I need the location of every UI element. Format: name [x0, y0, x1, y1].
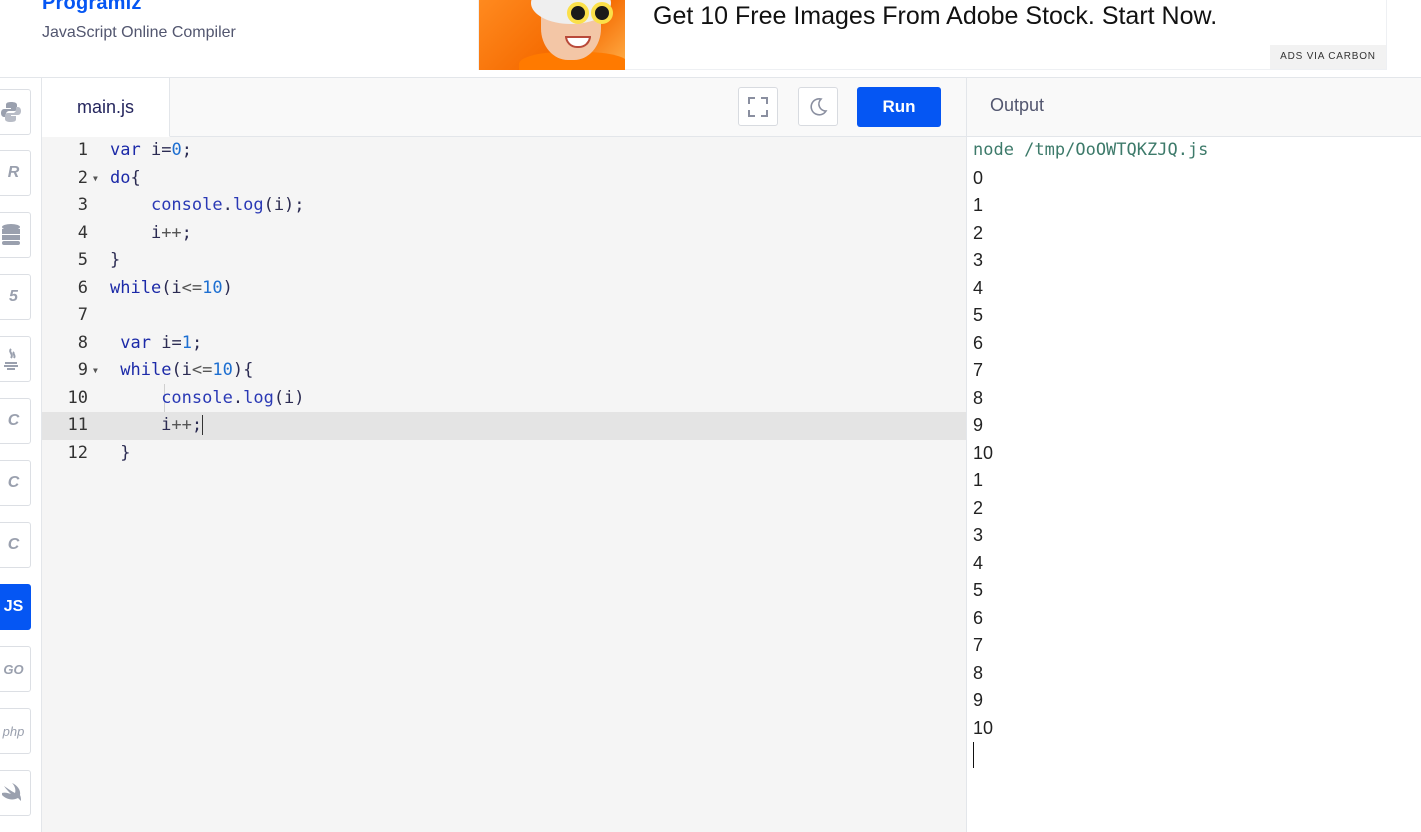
ad-banner[interactable]: Get 10 Free Images From Adobe Stock. Sta… — [478, 0, 1387, 70]
output-console[interactable]: node /tmp/OoOWTQKZJQ.js 0 1 2 3 4 5 6 7 8 9 10 1 2 3 4… — [966, 137, 1421, 832]
code-line[interactable]: 4 i++; — [42, 220, 966, 248]
code-text: } — [110, 250, 121, 270]
swift-icon[interactable] — [0, 770, 31, 816]
code-text: do{ — [110, 167, 141, 188]
fullscreen-button[interactable] — [738, 87, 778, 126]
run-button[interactable]: Run — [857, 87, 941, 127]
code-text: i++; — [110, 415, 204, 435]
code-text: while(i<=10){ — [120, 360, 254, 380]
code-line[interactable]: 9 ▼ while(i<=10){ — [42, 357, 966, 385]
c-icon[interactable]: C — [0, 398, 31, 444]
database-icon[interactable] — [0, 212, 31, 258]
code-line[interactable]: 7 — [42, 302, 966, 330]
html5-icon[interactable]: 5 — [0, 274, 31, 320]
ad-text[interactable]: Get 10 Free Images From Adobe Stock. Sta… — [653, 2, 1217, 31]
java-icon[interactable] — [0, 336, 31, 382]
output-line: 7 — [973, 635, 984, 655]
output-line: 5 — [973, 305, 984, 325]
language-sidebar: R 5 C C C JS GO php — [0, 78, 42, 832]
ads-via-carbon-link[interactable]: ADS VIA CARBON — [1270, 45, 1386, 69]
code-text: console.log(i) — [161, 387, 305, 408]
output-line: 5 — [973, 580, 984, 600]
console-cursor — [973, 742, 974, 768]
fold-arrow-icon[interactable]: ▼ — [93, 366, 98, 375]
code-line[interactable]: 1 var i=0; — [42, 137, 966, 165]
line-number: 6 — [77, 277, 88, 298]
text-cursor — [202, 415, 204, 435]
ad-image[interactable] — [479, 0, 625, 70]
code-text: var i=0; — [110, 140, 192, 160]
php-icon[interactable]: php — [0, 708, 31, 754]
output-line: 2 — [973, 222, 984, 243]
code-line[interactable]: 6 while(i<=10) — [42, 275, 966, 303]
line-number: 5 — [77, 250, 88, 270]
moon-icon — [810, 97, 828, 116]
line-number: 2 — [77, 167, 88, 188]
brand-logo[interactable]: Programiz — [42, 0, 142, 15]
code-line[interactable]: 12 } — [42, 440, 966, 468]
output-line: 6 — [973, 607, 984, 628]
site-header: Programiz JavaScript Online Compiler Get… — [0, 0, 1421, 78]
theme-toggle-button[interactable] — [798, 87, 838, 126]
line-number: 7 — [77, 305, 88, 325]
output-command: node /tmp/OoOWTQKZJQ.js — [973, 140, 1209, 160]
output-line: 9 — [973, 690, 984, 710]
r-icon[interactable]: R — [0, 150, 31, 196]
line-number: 4 — [77, 222, 88, 243]
output-line: 4 — [973, 552, 984, 573]
output-line: 6 — [973, 332, 984, 353]
output-line: 8 — [973, 387, 984, 408]
output-line: 2 — [973, 497, 984, 518]
output-header: Output — [966, 78, 1421, 137]
code-line[interactable]: 3 console.log(i); — [42, 192, 966, 220]
output-line: 3 — [973, 250, 984, 270]
line-number: 3 — [77, 195, 88, 215]
page-subtitle: JavaScript Online Compiler — [42, 24, 236, 41]
tab-main-js[interactable]: main.js — [42, 78, 170, 137]
cpp-icon[interactable]: C — [0, 460, 31, 506]
output-line: 7 — [973, 360, 984, 380]
output-line: 3 — [973, 525, 984, 545]
output-line: 10 — [973, 442, 994, 463]
line-number: 11 — [67, 415, 88, 435]
line-number: 1 — [77, 140, 88, 160]
code-line[interactable]: 10 console.log(i) — [42, 385, 966, 413]
output-line: 8 — [973, 662, 984, 683]
code-text: console.log(i); — [150, 195, 305, 215]
code-editor[interactable]: 1 var i=0; 2 ▼ do{ 3 console.log(i); 4 i… — [42, 137, 966, 832]
output-line: 1 — [973, 195, 984, 215]
line-number: 9 — [77, 360, 88, 380]
go-icon[interactable]: GO — [0, 646, 31, 692]
code-line[interactable]: 2 ▼ do{ — [42, 165, 966, 193]
output-line: 0 — [973, 167, 984, 188]
output-line: 9 — [973, 415, 984, 435]
code-line-active[interactable]: 11 i++; — [42, 412, 966, 440]
code-text: } — [110, 442, 131, 463]
code-text: while(i<=10) — [110, 277, 233, 298]
code-text: var i=1; — [120, 332, 203, 353]
output-line: 10 — [973, 717, 994, 738]
code-text: i++; — [110, 222, 192, 243]
line-number: 10 — [67, 387, 88, 408]
js-icon[interactable]: JS — [0, 584, 31, 630]
line-number: 8 — [77, 332, 88, 353]
editor-toolbar: main.js Run — [42, 78, 966, 137]
python-icon[interactable] — [0, 89, 31, 135]
output-title: Output — [990, 95, 1045, 115]
fullscreen-icon — [748, 96, 768, 117]
code-line[interactable]: 8 var i=1; — [42, 330, 966, 358]
fold-arrow-icon[interactable]: ▼ — [93, 174, 98, 183]
output-line: 4 — [973, 277, 984, 298]
line-number: 12 — [67, 442, 88, 463]
output-line: 1 — [973, 470, 984, 490]
csharp-icon[interactable]: C — [0, 522, 31, 568]
code-line[interactable]: 5 } — [42, 247, 966, 275]
